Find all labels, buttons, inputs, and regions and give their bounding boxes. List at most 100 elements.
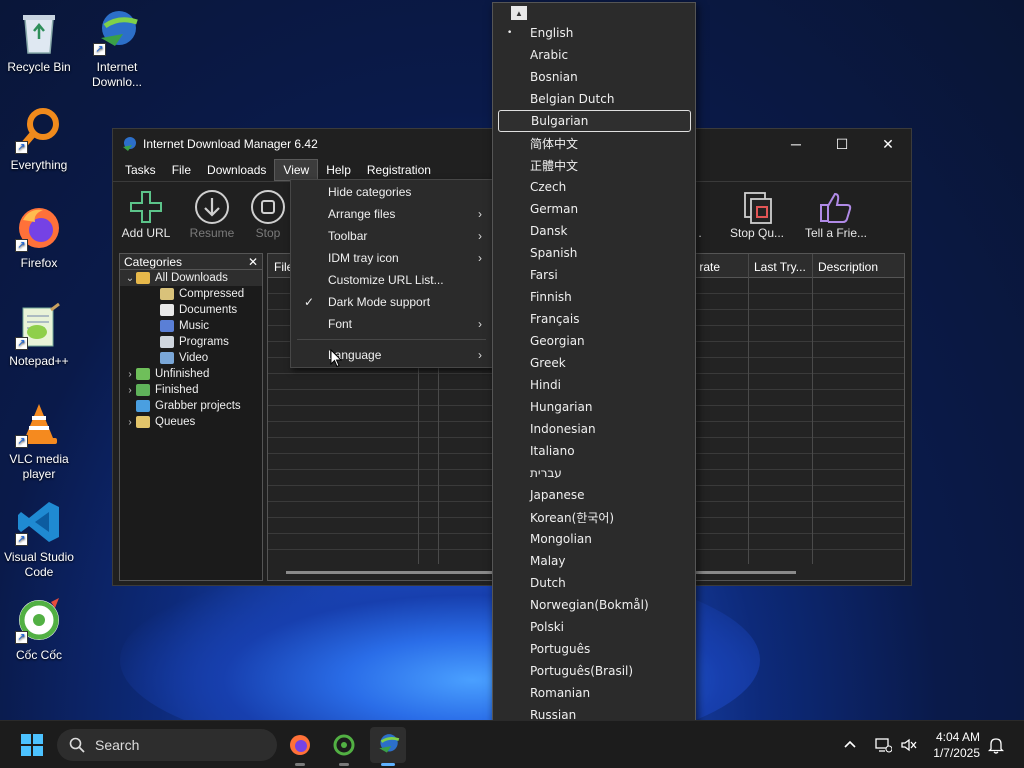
language-label: Greek — [530, 356, 566, 370]
chevron-right-icon[interactable]: › — [124, 369, 136, 380]
close-button[interactable]: ✕ — [865, 129, 911, 159]
tree-item-unfinished[interactable]: › Unfinished — [120, 366, 262, 382]
desktop-icon-recycle-bin[interactable]: Recycle Bin — [0, 8, 78, 75]
selected-bullet-icon: • — [507, 28, 513, 38]
add-url-button[interactable]: Add URL — [113, 188, 179, 240]
tree-item-finished[interactable]: › Finished — [120, 382, 262, 398]
tree-item-compressed[interactable]: Compressed — [120, 286, 262, 302]
menu-file[interactable]: File — [164, 160, 199, 180]
view-menu-customize-url-list[interactable]: Customize URL List... — [291, 269, 492, 291]
language-option[interactable]: Romanian — [493, 682, 695, 704]
chevron-right-icon[interactable]: › — [124, 417, 136, 428]
language-option[interactable]: Georgian — [493, 330, 695, 352]
language-option[interactable]: Mongolian — [493, 528, 695, 550]
system-clock[interactable]: 4:04 AM 1/7/2025 — [933, 729, 980, 761]
tree-item-video[interactable]: Video — [120, 350, 262, 366]
menu-registration[interactable]: Registration — [359, 160, 439, 180]
language-option[interactable]: Indonesian — [493, 418, 695, 440]
volume-muted-icon[interactable] — [900, 721, 918, 768]
tree-item-music[interactable]: Music — [120, 318, 262, 334]
language-option[interactable]: Norwegian(Bokmål) — [493, 594, 695, 616]
taskbar-app-coccoc[interactable] — [326, 727, 362, 766]
categories-close-icon[interactable]: ✕ — [248, 255, 258, 269]
desktop-icon-coccoc[interactable]: ↗ Cốc Cốc — [0, 596, 78, 663]
language-option[interactable]: Bulgarian — [498, 110, 691, 132]
chevron-right-icon[interactable]: › — [124, 385, 136, 396]
taskbar-search[interactable]: Search — [57, 729, 277, 761]
menu-help[interactable]: Help — [318, 160, 359, 180]
language-option[interactable]: Greek — [493, 352, 695, 374]
recycle-bin-icon — [15, 8, 63, 56]
view-menu-language[interactable]: Language › — [291, 344, 492, 366]
language-option[interactable]: Farsi — [493, 264, 695, 286]
start-button[interactable] — [14, 727, 50, 763]
language-option[interactable]: Polski — [493, 616, 695, 638]
desktop-icon-label: VLC media player — [9, 452, 69, 481]
language-option[interactable]: • English — [493, 22, 695, 44]
menu-view[interactable]: View — [274, 159, 319, 181]
running-indicator — [381, 763, 395, 766]
chevron-right-icon: › — [478, 229, 482, 243]
language-option[interactable]: Japanese — [493, 484, 695, 506]
language-option[interactable]: Spanish — [493, 242, 695, 264]
desktop-icon-notepadpp[interactable]: ↗ Notepad++ — [0, 302, 78, 369]
language-option[interactable]: Belgian Dutch — [493, 88, 695, 110]
view-menu-arrange-files[interactable]: Arrange files › — [291, 203, 492, 225]
tree-item-grabber-projects[interactable]: Grabber projects — [120, 398, 262, 414]
view-menu-font[interactable]: Font › — [291, 313, 492, 335]
mouse-cursor-icon — [330, 349, 342, 368]
tree-item-documents[interactable]: Documents — [120, 302, 262, 318]
add-url-label: Add URL — [121, 226, 171, 240]
tree-item-queues[interactable]: › Queues — [120, 414, 262, 430]
stop-button[interactable]: Stop — [245, 188, 291, 240]
language-option[interactable]: Dutch — [493, 572, 695, 594]
view-menu-toolbar[interactable]: Toolbar › — [291, 225, 492, 247]
language-option[interactable]: German — [493, 198, 695, 220]
language-option[interactable]: Hindi — [493, 374, 695, 396]
view-menu-hide-categories[interactable]: Hide categories — [291, 181, 492, 203]
language-option[interactable]: Czech — [493, 176, 695, 198]
desktop-icon-label: Visual Studio Code — [4, 550, 74, 579]
desktop-icon-vlc[interactable]: ↗ VLC media player — [0, 400, 78, 482]
language-option[interactable]: 正體中文 — [493, 154, 695, 176]
network-icon[interactable] — [874, 721, 892, 768]
tell-friend-button[interactable]: Tell a Frie... — [801, 188, 871, 240]
minimize-button[interactable]: ─ — [773, 129, 819, 159]
column-last-try[interactable]: Last Try... — [754, 260, 806, 274]
desktop-icon-everything[interactable]: ↗ Everything — [0, 106, 78, 173]
language-option[interactable]: עברית — [493, 462, 695, 484]
tree-item-all-downloads[interactable]: ⌄ All Downloads — [120, 270, 262, 286]
language-option[interactable]: Finnish — [493, 286, 695, 308]
language-option[interactable]: Bosnian — [493, 66, 695, 88]
language-option[interactable]: Português — [493, 638, 695, 660]
desktop-icon-vscode[interactable]: ↗ Visual Studio Code — [0, 498, 78, 580]
language-option[interactable]: Malay — [493, 550, 695, 572]
language-option[interactable]: Arabic — [493, 44, 695, 66]
view-menu-dark-mode[interactable]: ✓ Dark Mode support — [291, 291, 492, 313]
desktop-icon-firefox[interactable]: ↗ Firefox — [0, 204, 78, 271]
language-option[interactable]: Dansk — [493, 220, 695, 242]
tray-chevron-up-icon[interactable] — [842, 721, 858, 768]
desktop-icon-idm[interactable]: ↗ Internet Downlo... — [78, 8, 156, 90]
language-option[interactable]: 简体中文 — [493, 132, 695, 154]
taskbar-app-idm[interactable] — [370, 727, 406, 766]
language-option[interactable]: Hungarian — [493, 396, 695, 418]
tree-item-programs[interactable]: Programs — [120, 334, 262, 350]
maximize-button[interactable]: ☐ — [819, 129, 865, 159]
resume-button[interactable]: Resume — [179, 188, 245, 240]
menu-downloads[interactable]: Downloads — [199, 160, 274, 180]
view-menu-idm-tray-icon[interactable]: IDM tray icon › — [291, 247, 492, 269]
language-option[interactable]: Français — [493, 308, 695, 330]
scroll-up-icon[interactable]: ▲ — [511, 6, 527, 20]
language-option[interactable]: Português(Brasil) — [493, 660, 695, 682]
language-option[interactable]: Italiano — [493, 440, 695, 462]
column-description[interactable]: Description — [818, 260, 878, 274]
language-option[interactable]: Korean(한국어) — [493, 506, 695, 528]
taskbar-app-firefox[interactable] — [282, 727, 318, 766]
chevron-down-icon[interactable]: ⌄ — [124, 273, 136, 284]
stop-queue-button[interactable]: Stop Qu... — [721, 188, 793, 240]
notification-bell-icon[interactable] — [988, 721, 1004, 768]
language-label: Finnish — [530, 290, 572, 304]
column-rate[interactable]: r rate — [692, 260, 720, 274]
menu-tasks[interactable]: Tasks — [117, 160, 164, 180]
